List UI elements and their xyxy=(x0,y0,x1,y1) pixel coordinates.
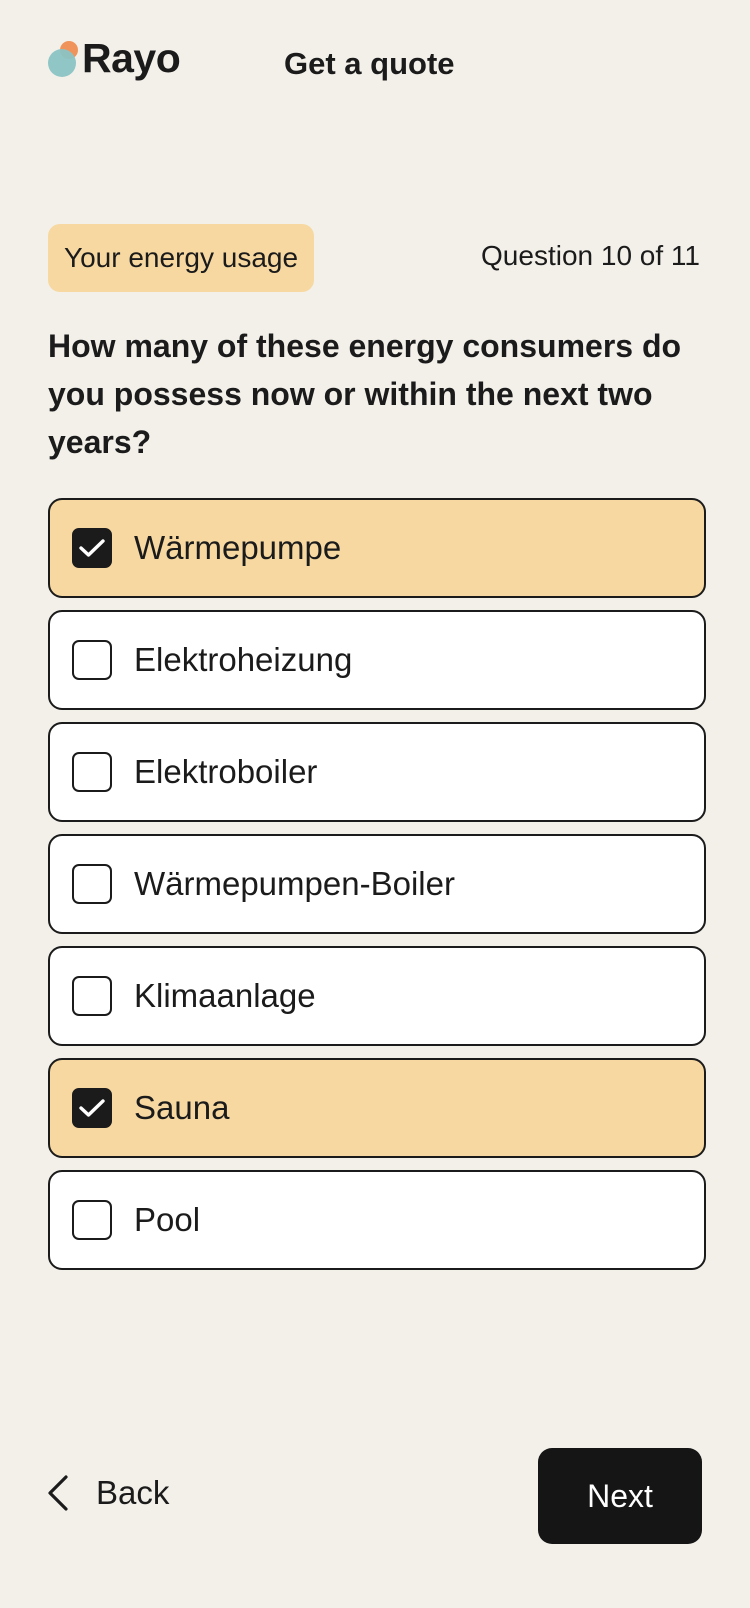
option-waermepumpe[interactable]: Wärmepumpe xyxy=(48,498,706,598)
next-button[interactable]: Next xyxy=(538,1448,702,1544)
option-label: Elektroheizung xyxy=(134,641,353,678)
checkbox[interactable] xyxy=(72,640,112,680)
option-sauna[interactable]: Sauna xyxy=(48,1058,706,1158)
brand-name: Rayo xyxy=(82,35,181,81)
checkbox[interactable] xyxy=(72,976,112,1016)
question-text: How many of these energy consumers do yo… xyxy=(48,328,682,460)
option-waermepumpen-boiler[interactable]: Wärmepumpen-Boiler xyxy=(48,834,706,934)
options-list: Wärmepumpe Elektroheizung Elektroboiler … xyxy=(48,498,706,1282)
option-elektroboiler[interactable]: Elektroboiler xyxy=(48,722,706,822)
option-elektroheizung[interactable]: Elektroheizung xyxy=(48,610,706,710)
option-label: Sauna xyxy=(134,1089,230,1126)
option-label: Pool xyxy=(134,1201,201,1238)
back-button[interactable]: Back xyxy=(46,1474,169,1512)
option-pool[interactable]: Pool xyxy=(48,1170,706,1270)
checkbox[interactable] xyxy=(72,528,112,568)
option-label: Wärmepumpen-Boiler xyxy=(134,865,455,902)
checkbox[interactable] xyxy=(72,864,112,904)
option-label: Klimaanlage xyxy=(134,977,316,1014)
rayo-logo[interactable]: Rayo xyxy=(48,35,181,81)
section-badge-label: Your energy usage xyxy=(64,242,299,273)
next-label: Next xyxy=(587,1477,653,1514)
section-badge: Your energy usage xyxy=(48,224,315,292)
option-klimaanlage[interactable]: Klimaanlage xyxy=(48,946,706,1046)
back-label: Back xyxy=(96,1474,170,1511)
header: Rayo Get a quote xyxy=(48,38,702,92)
checkbox[interactable] xyxy=(72,1200,112,1240)
question-progress: Question 10 of 11 xyxy=(481,240,700,271)
checkbox[interactable] xyxy=(72,752,112,792)
checkbox[interactable] xyxy=(72,1088,112,1128)
logo-mark-icon xyxy=(48,39,78,79)
option-label: Wärmepumpe xyxy=(134,529,342,566)
page-title: Get a quote xyxy=(284,46,455,81)
chevron-left-icon xyxy=(48,1475,68,1511)
checkmark-icon xyxy=(79,1099,105,1117)
option-label: Elektroboiler xyxy=(134,753,318,790)
checkmark-icon xyxy=(79,539,105,557)
